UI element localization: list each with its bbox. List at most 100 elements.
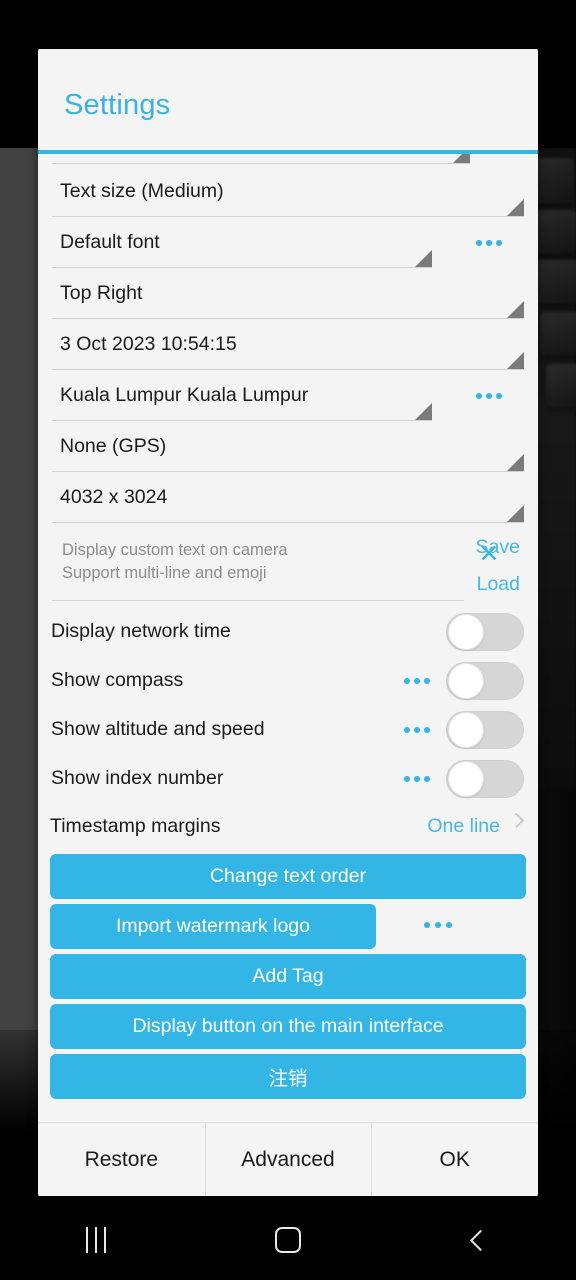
spinner-value: Kuala Lumpur Kuala Lumpur (60, 384, 309, 406)
action-button-wrap: Add Tag (50, 954, 526, 999)
spinner-row[interactable]: Default font (52, 217, 524, 268)
action-button[interactable]: Add Tag (50, 954, 526, 999)
toggle-row[interactable]: Display network time (50, 607, 526, 656)
dot (435, 922, 441, 928)
toggle-knob (448, 613, 484, 650)
toggle-label: Show index number (51, 767, 224, 789)
spinner-control[interactable]: 3 Oct 2023 10:54:15 (52, 319, 524, 370)
toggle-switch[interactable] (446, 661, 524, 700)
spinner-underline (52, 522, 524, 523)
action-button[interactable]: Import watermark logo (50, 904, 376, 949)
spinner-value: None (GPS) (60, 435, 167, 457)
dot (414, 726, 420, 733)
button-more-options-icon[interactable] (424, 922, 452, 928)
custom-text-underline (52, 600, 464, 601)
action-button[interactable]: Display button on the main interface (50, 1004, 526, 1049)
toggle-more-options-icon[interactable] (404, 726, 430, 733)
dot (414, 677, 420, 684)
spinner-control[interactable]: Kuala Lumpur Kuala Lumpur (52, 370, 432, 421)
phone-screen: Settings Text size (Medium) Default font T… (0, 0, 576, 1280)
spinner-value: Top Right (60, 282, 143, 304)
spinner-more-options-icon[interactable] (476, 392, 502, 399)
toggle-knob (448, 711, 484, 748)
spinner-value: Text size (Medium) (60, 180, 224, 202)
toggle-switch[interactable] (446, 612, 524, 651)
toggle-switch[interactable] (446, 759, 524, 798)
spinner-arrow-icon (507, 454, 524, 471)
load-text-button[interactable]: Load (477, 573, 520, 596)
spinner-control[interactable]: Default font (52, 217, 432, 268)
nav-recents-button[interactable] (0, 1200, 192, 1280)
toggle-label: Display network time (51, 620, 231, 642)
settings-dialog: Settings Text size (Medium) Default font T… (38, 49, 538, 1196)
spinner-row[interactable]: Text size (Medium) (52, 166, 524, 217)
dot (424, 726, 430, 733)
custom-text-row: Display custom text on camera Support mu… (52, 533, 524, 607)
toggle-row[interactable]: Show compass (50, 656, 526, 705)
save-text-button[interactable]: Save (476, 536, 520, 559)
dot (496, 392, 502, 399)
spinner-control[interactable]: 4032 x 3024 (52, 472, 524, 523)
dot (404, 677, 410, 684)
back-icon (469, 1229, 491, 1251)
action-button-wrap: 注销 (50, 1054, 526, 1099)
android-navigation-bar (0, 1200, 576, 1280)
toggle-row[interactable]: Show index number (50, 754, 526, 803)
spinner-arrow-icon (453, 154, 470, 163)
dot (486, 239, 492, 246)
nav-home-button[interactable] (192, 1200, 384, 1280)
spinner-control[interactable]: Text size (Medium) (52, 166, 524, 217)
spinner-row[interactable]: Top Right (52, 268, 524, 319)
toggle-knob (448, 760, 484, 797)
dot (496, 239, 502, 246)
dot (476, 239, 482, 246)
toggle-label: Show altitude and speed (51, 718, 265, 740)
key-blur (534, 260, 576, 304)
toggle-knob (448, 662, 484, 699)
key-blur (546, 364, 576, 408)
spinner-row[interactable]: 4032 x 3024 (52, 472, 524, 523)
dot (476, 392, 482, 399)
home-icon (275, 1227, 301, 1253)
dot (414, 775, 420, 782)
spinner-row[interactable]: Kuala Lumpur Kuala Lumpur (52, 370, 524, 421)
toggle-list: Display network time Show compass Show alt… (38, 607, 538, 803)
dot (424, 677, 430, 684)
timestamp-margins-row[interactable]: Timestamp margins One line (50, 803, 526, 849)
recents-icon (86, 1227, 106, 1253)
spinner-row[interactable]: None (GPS) (52, 421, 524, 472)
custom-text-input[interactable]: Display custom text on camera Support mu… (52, 533, 464, 601)
dot (486, 392, 492, 399)
dot (424, 775, 430, 782)
toggle-more-options-icon[interactable] (404, 677, 430, 684)
settings-scroll-area[interactable]: Text size (Medium) Default font Top Right 3… (38, 154, 538, 1122)
dot (404, 775, 410, 782)
dialog-action-bar: Restore Advanced OK (38, 1122, 538, 1196)
dot (424, 922, 430, 928)
action-button-wrap: Change text order (50, 854, 526, 899)
spinner-value: 4032 x 3024 (60, 486, 168, 508)
dot (404, 726, 410, 733)
spinner-value: Default font (60, 231, 160, 253)
nav-back-button[interactable] (384, 1200, 576, 1280)
custom-text-placeholder: Display custom text on camera Support mu… (62, 541, 288, 582)
dialog-title: Settings (64, 89, 171, 121)
toggle-row[interactable]: Show altitude and speed (50, 705, 526, 754)
spinner-list: Text size (Medium) Default font Top Right 3… (38, 166, 538, 523)
spinner-control[interactable]: Top Right (52, 268, 524, 319)
action-button[interactable]: 注销 (50, 1054, 526, 1099)
toggle-more-options-icon[interactable] (404, 775, 430, 782)
spinner-arrow-icon (507, 301, 524, 318)
spinner-row-partial[interactable] (52, 154, 524, 166)
spinner-more-options-icon[interactable] (476, 239, 502, 246)
spinner-arrow-icon (415, 250, 432, 267)
toggle-switch[interactable] (446, 710, 524, 749)
action-button[interactable]: Change text order (50, 854, 526, 899)
action-button-wrap: Display button on the main interface (50, 1004, 526, 1049)
ok-button[interactable]: OK (371, 1123, 538, 1196)
advanced-button[interactable]: Advanced (204, 1123, 372, 1196)
spinner-row[interactable]: 3 Oct 2023 10:54:15 (52, 319, 524, 370)
spinner-control[interactable]: None (GPS) (52, 421, 524, 472)
spinner-arrow-icon (507, 505, 524, 522)
restore-button[interactable]: Restore (38, 1123, 205, 1196)
